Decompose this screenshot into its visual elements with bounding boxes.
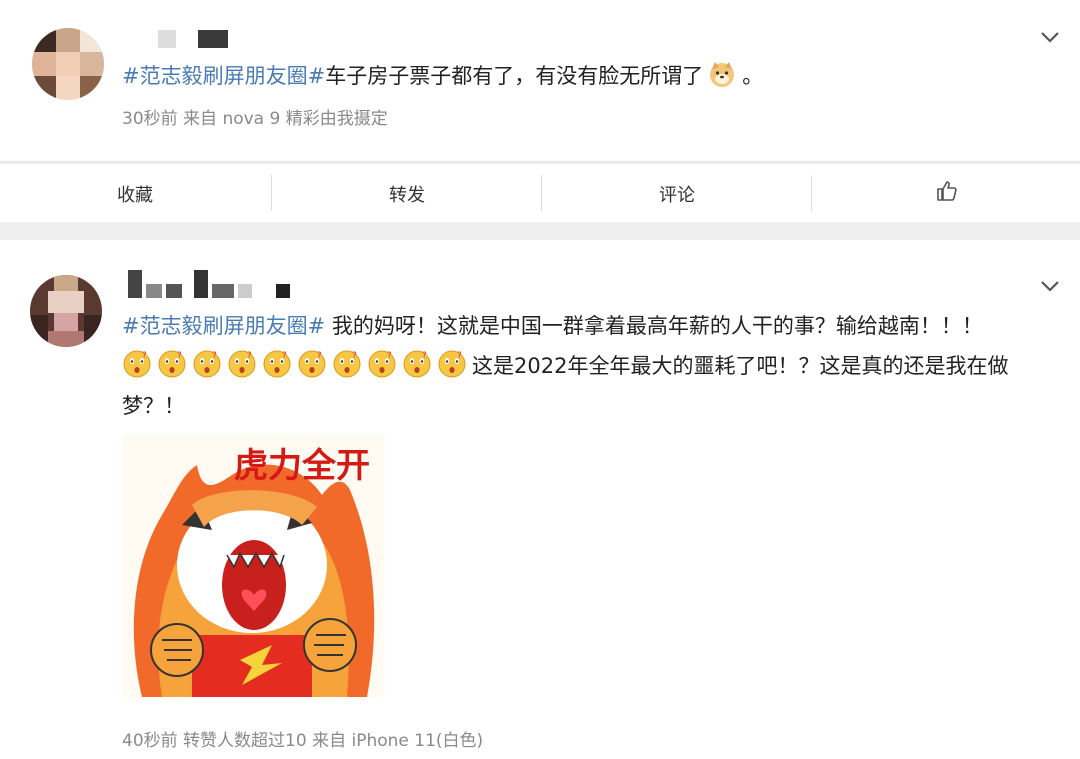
- surprised-emoji-icon: ?: [262, 349, 292, 379]
- comment-label: 评论: [659, 184, 695, 206]
- svg-text:?: ?: [387, 351, 392, 361]
- svg-text:?: ?: [457, 351, 462, 361]
- topic-link[interactable]: #范志毅刷屏朋友圈#: [122, 64, 325, 88]
- surprised-emoji-icon: ?: [402, 349, 432, 379]
- svg-text:?: ?: [317, 351, 322, 361]
- svg-text:?: ?: [352, 351, 357, 361]
- favorite-label: 收藏: [117, 184, 153, 206]
- post-meta: 30秒前 来自 nova 9 精彩由我摄定: [122, 109, 388, 129]
- like-button[interactable]: [812, 164, 1080, 223]
- surprised-emoji-icon: ?: [367, 349, 397, 379]
- surprised-emoji-icon: ?: [122, 349, 152, 379]
- repost-label: 转发: [389, 184, 425, 206]
- emoji-row: ??????????: [122, 350, 472, 378]
- pixel-block: [212, 284, 234, 298]
- username-obscured[interactable]: [128, 270, 290, 298]
- surprised-emoji-icon: ?: [332, 349, 362, 379]
- surprised-emoji-icon: ?: [157, 349, 187, 379]
- favorite-button[interactable]: 收藏: [0, 164, 270, 223]
- weibo-post-2: #范志毅刷屏朋友圈# 我的妈呀！这就是中国一群拿着最高年薪的人干的事？输给越南！…: [0, 240, 1080, 759]
- pixel-block: [194, 270, 208, 298]
- pixel-block: [146, 284, 162, 298]
- doge-emoji-icon: [707, 59, 737, 89]
- post-text: #范志毅刷屏朋友圈# 我的妈呀！这就是中国一群拿着最高年薪的人干的事？输给越南！…: [122, 306, 1042, 426]
- sticker-caption: 虎力全开: [234, 446, 370, 486]
- surprised-emoji-icon: ?: [227, 349, 257, 379]
- post-punct: 。: [742, 64, 764, 88]
- thumbs-up-icon: [935, 179, 959, 208]
- pixel-block: [158, 30, 176, 48]
- avatar[interactable]: [30, 275, 102, 347]
- chevron-down-icon[interactable]: [1038, 25, 1062, 49]
- repost-button[interactable]: 转发: [272, 164, 542, 223]
- svg-text:?: ?: [422, 351, 427, 361]
- topic-link[interactable]: #范志毅刷屏朋友圈#: [122, 314, 325, 338]
- avatar[interactable]: [32, 28, 104, 100]
- pixel-block: [180, 30, 194, 48]
- surprised-emoji-icon: ?: [297, 349, 327, 379]
- pixel-block: [166, 284, 182, 298]
- action-bar: 收藏 转发 评论: [0, 163, 1080, 222]
- post-line-1: 我的妈呀！这就是中国一群拿着最高年薪的人干的事？输给越南！！！: [325, 314, 983, 338]
- pixel-block: [128, 270, 142, 298]
- post-line-3: 梦？！: [122, 394, 185, 418]
- svg-text:?: ?: [247, 351, 252, 361]
- post-text: #范志毅刷屏朋友圈#车子房子票子都有了，有没有脸无所谓了 。: [122, 56, 763, 96]
- post-meta: 40秒前 转赞人数超过10 来自 iPhone 11(白色): [122, 731, 484, 751]
- svg-text:?: ?: [142, 351, 147, 361]
- chevron-down-icon[interactable]: [1038, 274, 1062, 298]
- pixel-block: [238, 284, 252, 298]
- pixel-block: [276, 284, 290, 298]
- username-obscured[interactable]: [158, 30, 228, 48]
- surprised-emoji-icon: ?: [192, 349, 222, 379]
- post-body: 车子房子票子都有了，有没有脸无所谓了: [325, 64, 704, 88]
- comment-button[interactable]: 评论: [542, 164, 812, 223]
- post-line-2: 这是2022年全年最大的噩耗了吧！？这是真的还是我在做: [472, 354, 1009, 378]
- pixel-block: [198, 30, 228, 48]
- surprised-emoji-icon: ?: [437, 349, 467, 379]
- svg-text:?: ?: [212, 351, 217, 361]
- svg-text:?: ?: [177, 351, 182, 361]
- tiger-sticker-image[interactable]: 虎力全开: [122, 435, 385, 697]
- weibo-post-1: #范志毅刷屏朋友圈#车子房子票子都有了，有没有脸无所谓了 。 30秒前 来自 n…: [0, 0, 1080, 162]
- svg-text:?: ?: [282, 351, 287, 361]
